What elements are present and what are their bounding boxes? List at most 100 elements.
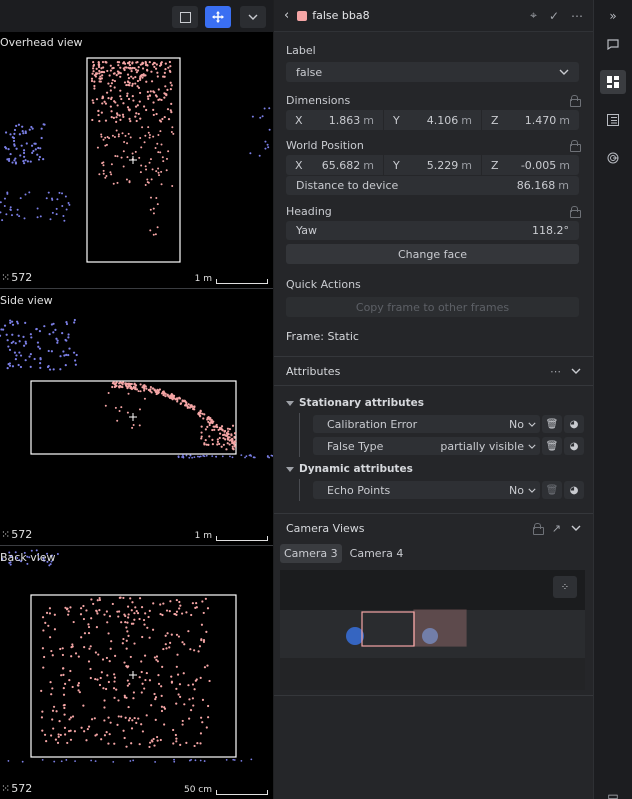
axis-label: X [295, 113, 303, 127]
position-x-value: 65.682 [321, 158, 361, 172]
overhead-view[interactable]: Overhead view ⁙ 572 1 m [0, 32, 273, 289]
unit-label: m [363, 113, 374, 127]
copy-frame-button[interactable]: Copy frame to other frames [286, 297, 579, 317]
chevron-down-icon [528, 488, 536, 493]
quick-actions-heading: Quick Actions [286, 274, 579, 294]
panel-header: ‹ false bba8 ⌖ ✓ ⋯ [274, 0, 593, 32]
locate-icon[interactable]: ⌖ [530, 8, 537, 23]
tab-camera-3[interactable]: Camera 3 [280, 543, 342, 563]
camera-image[interactable]: ⁘ [280, 570, 585, 690]
tab-camera-4[interactable]: Camera 4 [346, 544, 408, 563]
point-group [7, 758, 253, 763]
point-group [200, 423, 237, 451]
view-title: Side view [0, 294, 53, 307]
projected-box-front [413, 609, 467, 647]
yaw-field[interactable]: Yaw 118.2° [286, 221, 579, 240]
label-section: Label false [274, 32, 593, 82]
points-icon: ⁙ [1, 271, 11, 284]
false-type-select[interactable]: False Type partially visible [313, 437, 540, 455]
details-panel-icon[interactable] [600, 70, 626, 94]
label-color-swatch [297, 10, 308, 21]
scale-label: 50 cm [183, 785, 212, 795]
road-band [280, 658, 585, 690]
back-view[interactable]: Back view ⁙ 572 50 cm [0, 547, 273, 799]
axis-label: Z [491, 113, 499, 127]
point-group [40, 606, 211, 749]
view-title: Overhead view [0, 36, 83, 49]
attribute-value: No [509, 483, 524, 497]
chevron-down-icon [528, 444, 536, 449]
projection-toggle-icon[interactable]: ⁘ [553, 576, 577, 598]
palette-icon[interactable]: ◕ [564, 481, 584, 499]
open-external-icon[interactable]: ↗ [552, 522, 561, 535]
comments-icon[interactable] [600, 32, 626, 56]
position-x-field[interactable]: X 65.682 m [286, 155, 383, 175]
dimension-y-field[interactable]: Y 4.106 m [384, 110, 481, 130]
book-icon[interactable]: ▭ [600, 784, 626, 799]
point-group [249, 107, 271, 157]
change-face-button[interactable]: Change face [286, 244, 579, 264]
check-icon[interactable]: ✓ [549, 9, 559, 23]
unit-label: m [461, 113, 472, 127]
point-group [96, 126, 175, 188]
list-panel-icon[interactable] [600, 108, 626, 132]
calibration-error-select[interactable]: Calibration Error No [313, 415, 540, 433]
side-point-cloud [0, 318, 273, 459]
world-position-heading: World Position [286, 135, 581, 155]
tool-dropdown-button[interactable] [240, 6, 266, 28]
axis-label: Y [393, 113, 400, 127]
palette-icon[interactable]: ◕ [564, 437, 584, 455]
unit-label: m [461, 158, 472, 172]
unit-label: m [363, 158, 374, 172]
yaw-value: 118.2° [532, 224, 569, 237]
distance-to-device-row: Distance to device 86.168 m [286, 176, 579, 195]
view-toolbar [0, 0, 273, 32]
heading-heading: Heading [286, 201, 581, 221]
headlight-glow [346, 627, 364, 645]
point-group [79, 596, 207, 619]
trash-icon[interactable]: 🗑 [542, 481, 562, 499]
echo-points-select[interactable]: Echo Points No [313, 481, 540, 499]
back-chevron-icon[interactable]: ‹ [284, 8, 289, 23]
camera-views-heading: Camera Views [286, 521, 365, 535]
right-sidebar: » ▭ [593, 0, 632, 799]
select-box-button[interactable] [172, 6, 198, 28]
point-count: ⁙ 572 [1, 271, 32, 284]
chevron-down-icon[interactable] [571, 368, 581, 374]
unit-label: m [559, 113, 570, 127]
select-box-icon [179, 11, 191, 23]
more-options-icon[interactable]: ⋯ [550, 365, 561, 378]
trash-icon[interactable]: 🗑 [542, 437, 562, 455]
dimension-z-value: 1.470 [524, 113, 557, 127]
label-heading-text: Label [286, 43, 316, 57]
points-icon: ⁙ [1, 528, 11, 541]
palette-icon[interactable]: ◕ [564, 415, 584, 433]
trash-icon[interactable]: 🗑 [542, 415, 562, 433]
lock-icon[interactable] [570, 140, 581, 152]
chevron-down-icon[interactable] [571, 525, 581, 531]
dimensions-fields: X 1.863 m Y 4.106 m Z 1.470 m [286, 110, 579, 130]
collapse-sidebar-icon[interactable]: » [600, 4, 626, 28]
lock-icon[interactable] [570, 206, 581, 218]
label-select[interactable]: false [286, 62, 579, 82]
side-view[interactable]: Side view ⁙ 572 1 m [0, 290, 273, 546]
position-y-field[interactable]: Y 5.229 m [384, 155, 481, 175]
quick-actions-section: Quick Actions Copy frame to other frames… [274, 264, 593, 344]
chevron-down-icon [559, 69, 569, 75]
point-count-value: 572 [11, 271, 33, 284]
radar-icon[interactable] [600, 146, 626, 170]
scale-label: 1 m [194, 531, 212, 541]
dimension-z-field[interactable]: Z 1.470 m [482, 110, 579, 130]
lock-icon[interactable] [570, 95, 581, 107]
lock-icon[interactable] [532, 523, 544, 535]
dimension-x-field[interactable]: X 1.863 m [286, 110, 383, 130]
more-options-icon[interactable]: ⋯ [571, 9, 583, 23]
world-position-section: World Position X 65.682 m Y 5.229 m Z -0.005 m… [274, 130, 593, 195]
chevron-down-icon [528, 422, 536, 427]
position-z-field[interactable]: Z -0.005 m [482, 155, 579, 175]
overhead-point-cloud [0, 57, 271, 263]
dynamic-attributes-toggle[interactable]: Dynamic attributes [286, 459, 593, 479]
stationary-attributes-toggle[interactable]: Stationary attributes [286, 393, 593, 413]
move-tool-button[interactable] [205, 6, 231, 28]
scale-bar [216, 279, 268, 284]
